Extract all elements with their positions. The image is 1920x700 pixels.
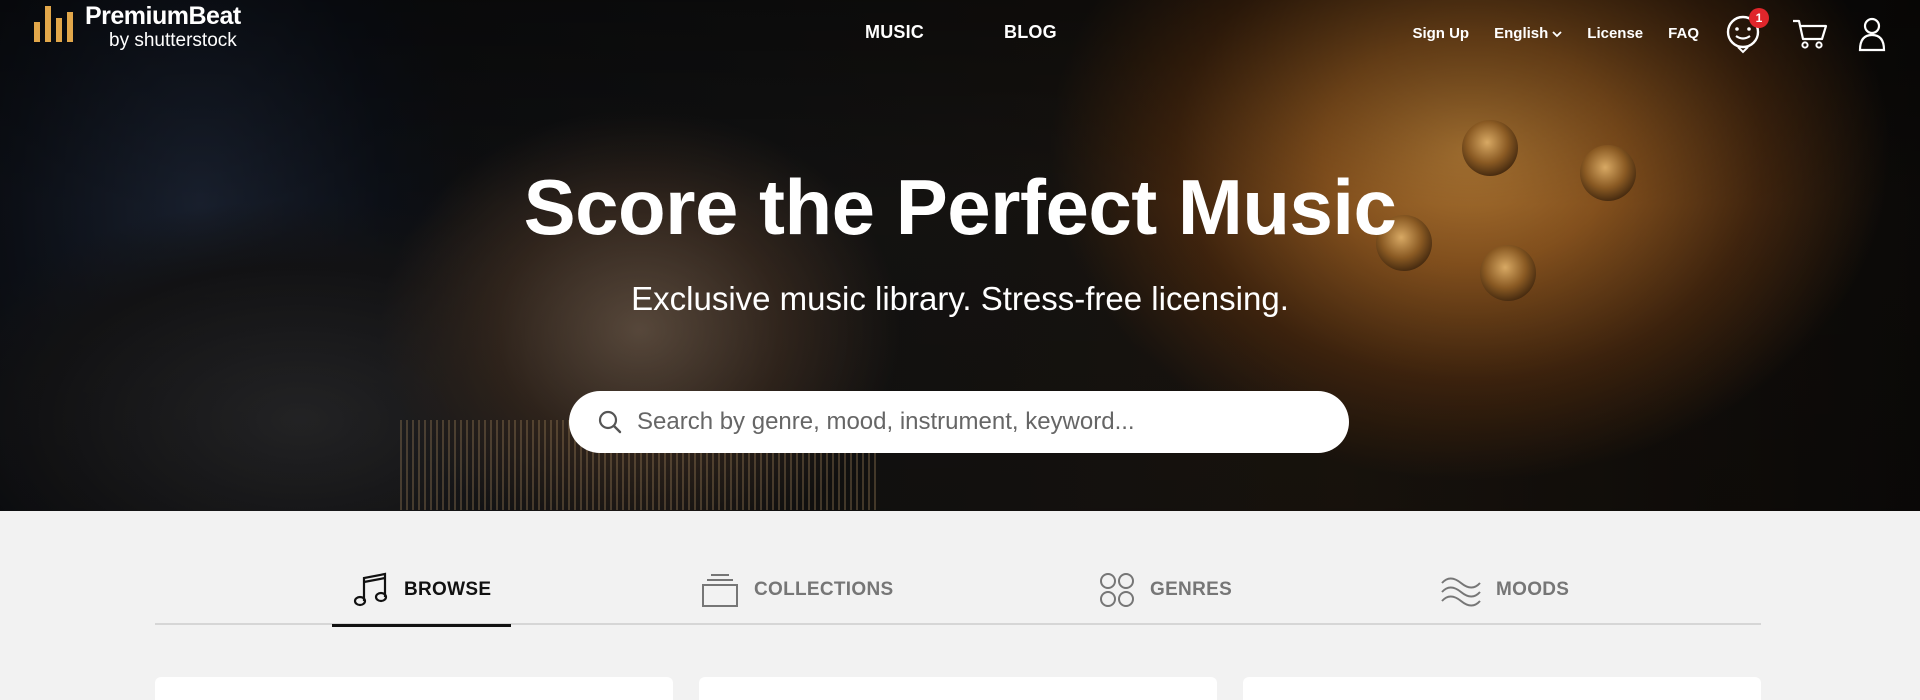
nav-blog-link[interactable]: BLOG bbox=[1004, 22, 1057, 43]
content-card[interactable] bbox=[1243, 677, 1761, 700]
hero-title: Score the Perfect Music bbox=[523, 163, 1397, 251]
content-card[interactable] bbox=[155, 677, 673, 700]
search-icon[interactable] bbox=[597, 409, 623, 435]
tab-moods[interactable]: MOODS bbox=[1440, 555, 1569, 625]
utility-nav: Sign Up English License FAQ bbox=[1412, 25, 1699, 42]
faq-link[interactable]: FAQ bbox=[1668, 25, 1699, 42]
top-navigation: PremiumBeat by shutterstock MUSIC BLOG S… bbox=[0, 0, 1920, 70]
collections-stack-icon bbox=[702, 574, 738, 607]
sign-up-link[interactable]: Sign Up bbox=[1412, 25, 1469, 42]
content-card[interactable] bbox=[699, 677, 1217, 700]
tab-browse-label: BROWSE bbox=[404, 579, 492, 600]
tab-collections[interactable]: COLLECTIONS bbox=[700, 555, 893, 625]
search-input[interactable] bbox=[637, 408, 1337, 436]
notification-badge: 1 bbox=[1749, 8, 1769, 28]
user-icon bbox=[1858, 17, 1886, 52]
tab-genres-label: GENRES bbox=[1150, 579, 1233, 600]
nav-music-link[interactable]: MUSIC bbox=[865, 22, 924, 43]
license-link[interactable]: License bbox=[1587, 25, 1643, 42]
main-nav: MUSIC BLOG bbox=[865, 22, 1057, 43]
assistant-button[interactable]: 1 bbox=[1723, 8, 1769, 54]
search-bar[interactable] bbox=[569, 391, 1349, 453]
cart-icon bbox=[1793, 19, 1828, 49]
tab-collections-label: COLLECTIONS bbox=[754, 579, 894, 600]
hero-subtitle: Exclusive music library. Stress-free lic… bbox=[631, 280, 1289, 317]
logo-name: PremiumBeat bbox=[85, 2, 241, 30]
tab-moods-label: MOODS bbox=[1496, 579, 1570, 600]
tab-genres[interactable]: GENRES bbox=[1098, 555, 1232, 625]
chevron-down-icon bbox=[1552, 30, 1562, 37]
genres-circles-icon bbox=[1100, 573, 1134, 607]
tab-browse[interactable]: BROWSE bbox=[331, 555, 512, 627]
brand-logo[interactable]: PremiumBeat by shutterstock bbox=[34, 4, 241, 50]
cart-button[interactable] bbox=[1790, 14, 1830, 54]
moods-waves-icon bbox=[1441, 577, 1481, 607]
account-button[interactable] bbox=[1852, 14, 1892, 54]
browse-tabs: BROWSE COLLECTIONS GENRES MOODS bbox=[155, 555, 1761, 627]
logo-subtitle: by shutterstock bbox=[109, 30, 237, 51]
music-note-icon bbox=[353, 572, 388, 607]
language-label: English bbox=[1494, 25, 1549, 42]
logo-bars-icon bbox=[34, 6, 73, 42]
language-selector[interactable]: English bbox=[1494, 25, 1562, 42]
